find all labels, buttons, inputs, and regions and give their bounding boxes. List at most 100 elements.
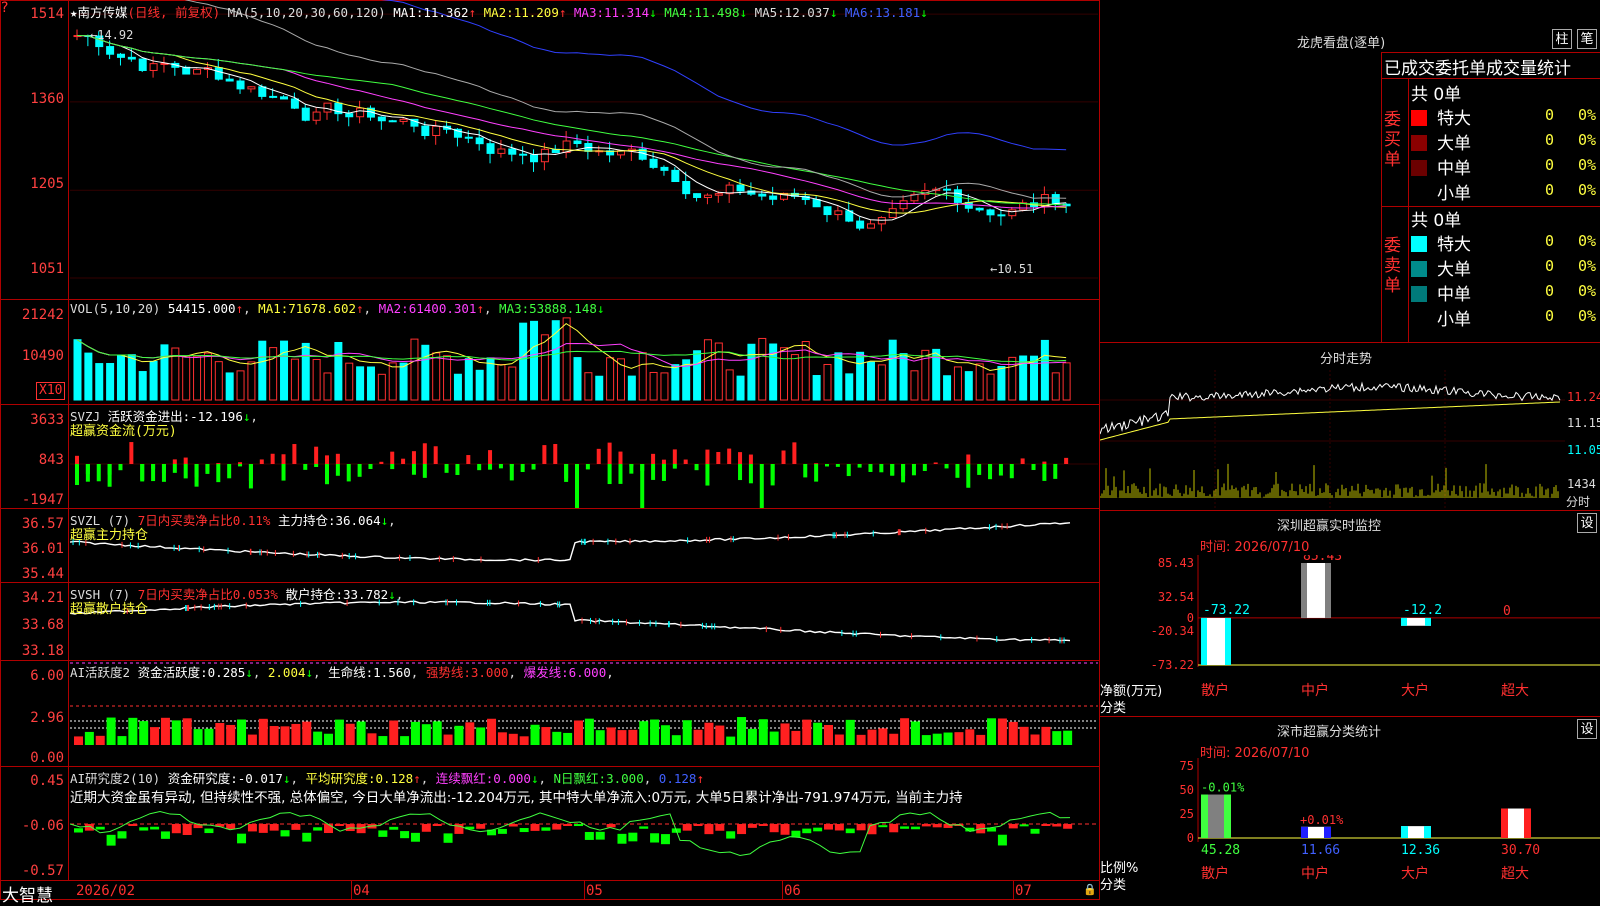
stock-title[interactable]: ★南方传媒 — [70, 5, 128, 20]
flow-bar — [835, 464, 840, 467]
flow-bar — [781, 450, 786, 464]
sell-total: 共 0单 — [1411, 211, 1462, 231]
buy-row-name: 小单 — [1437, 184, 1471, 204]
candle — [682, 181, 691, 195]
research-bar — [389, 826, 399, 830]
candle — [421, 125, 430, 136]
buy-row-count: 0 — [1545, 106, 1555, 124]
flow-bar — [205, 464, 210, 474]
volume-bar — [225, 372, 234, 401]
ma2-value: 11.209 — [513, 5, 559, 20]
active-bar — [1052, 731, 1062, 745]
sz-class-settings-button[interactable]: 设 — [1577, 719, 1597, 739]
active-bar — [910, 721, 920, 745]
active-bar — [932, 733, 942, 745]
research-bar — [74, 828, 83, 833]
color-swatch — [1411, 160, 1427, 176]
bar-mode-button[interactable]: 柱 — [1552, 29, 1572, 49]
flow-bar — [911, 464, 916, 465]
active-bar — [313, 731, 323, 745]
candle — [975, 207, 984, 211]
flow-bar — [422, 464, 427, 478]
holding-line — [70, 600, 1071, 642]
research-bar — [584, 831, 594, 840]
flow-bar — [629, 464, 634, 467]
date-label: 07 — [1015, 883, 1032, 899]
sz-class-chart[interactable]: 75 50 25 0 45.28 散户 11.66 中户 12.36 大户 30.70 超大 -0.01… — [1100, 758, 1600, 900]
volume-bar — [236, 370, 245, 401]
active-bar — [1008, 721, 1018, 745]
brand-logo[interactable]: 大智慧 — [2, 881, 53, 906]
candle — [497, 148, 506, 154]
flow-bar — [346, 464, 351, 482]
volume-bar — [975, 363, 984, 401]
flow-bar — [1042, 464, 1047, 481]
candle — [432, 125, 441, 136]
flow-bar — [1009, 464, 1014, 479]
candle — [736, 184, 745, 192]
volume-bar — [214, 361, 223, 401]
volume-bar — [606, 357, 615, 401]
research-bar — [563, 824, 573, 826]
ma3-value: 11.314 — [604, 5, 650, 20]
active-bar — [780, 723, 790, 745]
buy-row: 大单 — [1411, 129, 1471, 154]
candle — [703, 194, 712, 198]
flow-bar — [922, 464, 927, 471]
volume-bar — [280, 340, 289, 401]
volume-header: VOL(5,10,20) 54415.000↑, MA1:71678.602↑,… — [70, 301, 605, 316]
candle — [943, 188, 952, 191]
flow-bar — [325, 455, 329, 464]
flow-bar — [118, 464, 123, 471]
active-bar — [324, 733, 333, 745]
kline-chart[interactable] — [70, 0, 1098, 298]
volume-bar — [736, 375, 745, 401]
flow-bar — [183, 457, 188, 464]
intraday-vol-unit: 分时 — [1566, 495, 1591, 509]
active-bar — [150, 727, 160, 745]
vol-unit-badge[interactable]: X10 — [36, 382, 66, 400]
volume-bar — [149, 360, 158, 401]
candle — [1040, 194, 1049, 208]
flow-bar — [694, 464, 699, 471]
volume-bar — [138, 371, 147, 401]
sell-row-pct: 0% — [1578, 307, 1597, 325]
candle — [464, 136, 473, 139]
sz-class-tick: 75 — [1180, 759, 1194, 773]
buy-row-count: 0 — [1545, 131, 1555, 149]
ai-active-tick: 0.00 — [30, 750, 64, 766]
flow-bar — [966, 464, 971, 488]
ai-active-name: AI活跃度2 — [70, 665, 131, 680]
flow-bar — [75, 464, 79, 486]
research-bar — [508, 824, 518, 827]
volume-bar — [106, 362, 115, 401]
active-bar — [487, 718, 497, 745]
candle — [997, 214, 1006, 217]
sz-monitor-settings-button[interactable]: 设 — [1577, 513, 1597, 533]
pen-mode-button[interactable]: 笔 — [1577, 29, 1597, 49]
intraday-chart[interactable] — [1100, 370, 1565, 508]
active-bar — [976, 734, 986, 745]
flow-bar — [422, 443, 427, 464]
volume-bar — [388, 362, 397, 401]
candle — [138, 58, 147, 71]
flow-bar — [477, 464, 482, 471]
flow-bar — [651, 453, 656, 464]
active-bar — [791, 730, 801, 745]
active-bar — [758, 719, 768, 745]
flow-bar — [368, 464, 373, 468]
flow-bar — [151, 464, 156, 469]
color-swatch — [1411, 311, 1427, 327]
research-bar — [704, 824, 714, 835]
research-bar — [204, 828, 214, 834]
flow-bar — [172, 459, 177, 464]
price-mode[interactable]: (日线, 前复权) — [128, 5, 221, 20]
flow-bar — [444, 464, 449, 473]
lock-icon[interactable]: 🔒 — [1083, 883, 1097, 896]
volume-bar — [334, 341, 343, 401]
sz-monitor-chart[interactable]: 85.4332.540-20.34-73.22-73.22散户85.43中户-1… — [1100, 555, 1600, 715]
research-bar — [519, 828, 529, 833]
down-arrow-icon: ↓ — [388, 587, 396, 602]
volume-bar — [508, 366, 517, 401]
sz-monitor-time: 时间: 2026/07/10 — [1200, 540, 1310, 555]
